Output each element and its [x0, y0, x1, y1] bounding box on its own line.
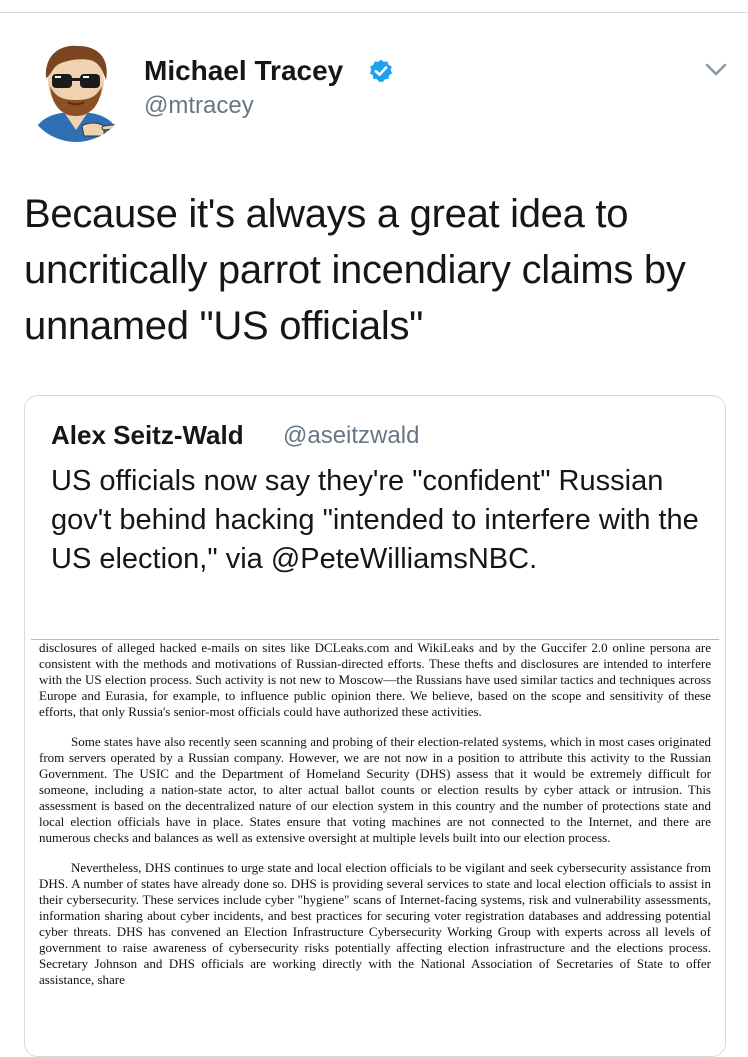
tweet-text: Because it's always a great idea to uncr…	[24, 192, 686, 348]
quoted-tweet-card[interactable]: Alex Seitz-Wald @aseitzwald US officials…	[24, 395, 726, 1057]
author-handle[interactable]: @mtracey	[144, 92, 254, 120]
chevron-down-icon[interactable]	[704, 62, 728, 78]
attached-document-image[interactable]: disclosures of alleged hacked e-mails on…	[31, 639, 719, 1056]
avatar[interactable]	[24, 38, 128, 142]
document-paragraph: Some states have also recently seen scan…	[39, 734, 711, 845]
author-name[interactable]: Michael Tracey	[144, 55, 343, 87]
verified-badge-icon	[369, 59, 393, 83]
document-paragraph: Nevertheless, DHS continues to urge stat…	[39, 860, 711, 987]
top-divider	[0, 12, 748, 13]
quoted-author-name: Alex Seitz-Wald	[51, 420, 244, 450]
quoted-tweet-text: US officials now say they're "confident"…	[51, 465, 699, 575]
document-paragraph: disclosures of alleged hacked e-mails on…	[39, 640, 711, 719]
cartoon-avatar-icon	[24, 38, 128, 142]
quoted-author-handle: @aseitzwald	[283, 422, 420, 449]
